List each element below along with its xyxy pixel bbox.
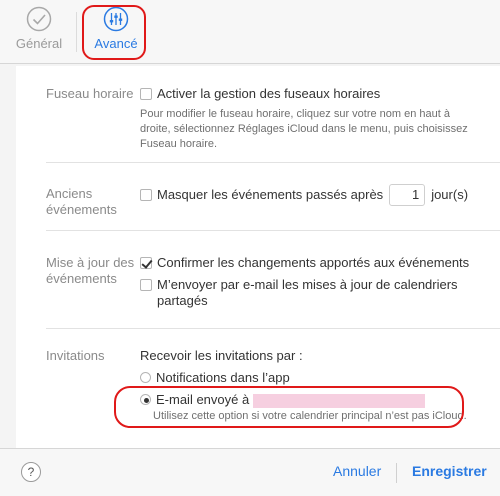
invite-notifications-label: Notifications dans l’app: [156, 370, 290, 385]
email-updates-label: M’envoyer par e-mail les mises à jour de…: [157, 277, 458, 309]
confirm-changes-checkbox[interactable]: [140, 257, 152, 269]
timezone-help-text: Pour modifier le fuseau horaire, cliquez…: [140, 107, 468, 152]
tab-separator: [76, 12, 77, 52]
updates-section-label: Mise à jour des événements: [46, 255, 134, 287]
timezone-checkbox[interactable]: [140, 88, 152, 100]
email-updates-label-line: M’envoyer par e-mail les mises à jour de…: [157, 277, 458, 292]
toolbar: Général Avancé: [0, 0, 500, 64]
tab-general-label: Général: [15, 36, 63, 51]
confirm-changes-label: Confirmer les changements apportés aux é…: [157, 255, 470, 270]
hide-old-events-checkbox[interactable]: [140, 189, 152, 201]
timezone-help-line: Fuseau horaire.: [140, 138, 218, 150]
tab-general[interactable]: Général: [8, 6, 70, 58]
invite-notifications-option[interactable]: Notifications dans l’app: [140, 370, 290, 386]
divider: [46, 328, 500, 329]
timezone-help-line: droite, sélectionnez Réglages iCloud dan…: [140, 123, 468, 135]
days-unit-label: jour(s): [431, 187, 469, 202]
old-events-label-line: événements: [46, 202, 117, 217]
old-events-section-label: Anciens événements: [46, 186, 117, 218]
checkmark-circle-icon: [26, 6, 52, 32]
hide-old-events-label: Masquer les événements passés après: [157, 187, 384, 202]
timezone-option[interactable]: Activer la gestion des fuseaux horaires: [140, 86, 380, 102]
days-input[interactable]: 1: [389, 184, 426, 206]
email-option-highlight: [114, 386, 464, 428]
timezone-checkbox-label: Activer la gestion des fuseaux horaires: [157, 86, 381, 101]
divider: [46, 162, 500, 163]
old-events-label-line: Anciens: [46, 186, 93, 201]
cancel-button[interactable]: Annuler: [333, 463, 381, 479]
timezone-section-label: Fuseau horaire: [46, 86, 134, 101]
email-updates-checkbox[interactable]: [140, 279, 152, 291]
confirm-changes-option[interactable]: Confirmer les changements apportés aux é…: [140, 255, 469, 271]
hide-old-events-option: Masquer les événements passés après 1 jo…: [140, 184, 469, 206]
invitations-prompt: Recevoir les invitations par :: [140, 348, 303, 363]
divider: [46, 230, 500, 231]
footer: ? Annuler Enregistrer: [0, 448, 500, 496]
email-updates-label-line: partagés: [157, 293, 208, 308]
updates-label-line: Mise à jour des: [46, 255, 135, 270]
invitations-section-label: Invitations: [46, 348, 105, 363]
updates-label-line: événements: [46, 271, 117, 286]
help-button[interactable]: ?: [21, 462, 41, 482]
email-updates-option[interactable]: M’envoyer par e-mail les mises à jour de…: [140, 277, 458, 309]
tab-advanced-highlight: [82, 5, 146, 60]
timezone-help-line: Pour modifier le fuseau horaire, cliquez…: [140, 108, 450, 120]
save-button[interactable]: Enregistrer: [412, 463, 487, 479]
footer-separator: [396, 463, 397, 483]
invite-notifications-radio[interactable]: [140, 372, 151, 383]
